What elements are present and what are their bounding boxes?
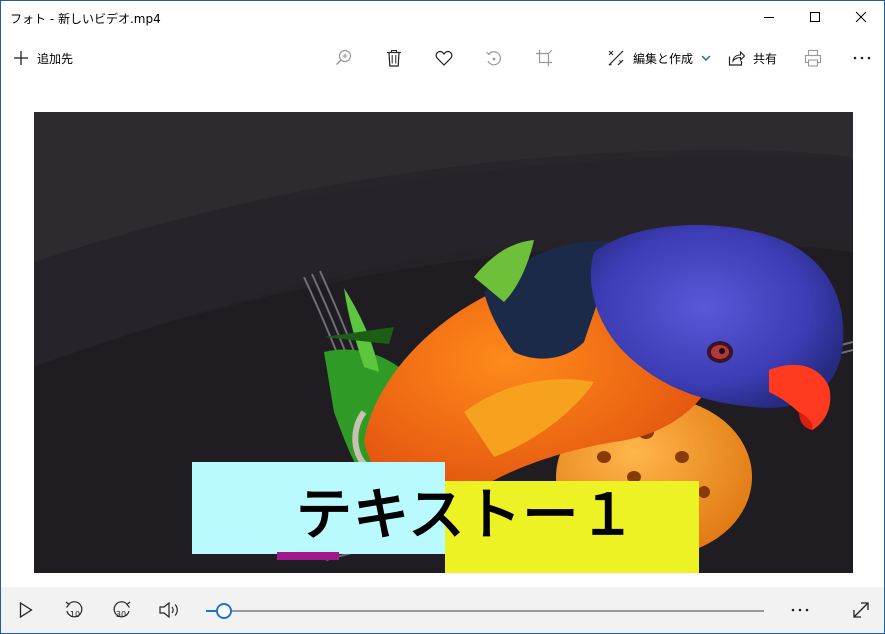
add-to-label: 追加先 — [37, 51, 74, 66]
video-frame[interactable]: テキストー１ — [34, 112, 853, 573]
video-viewer: テキストー１ — [1, 83, 884, 587]
share-button[interactable]: 共有 — [728, 33, 777, 83]
more-icon — [791, 608, 809, 612]
skip-back-10-icon: 10 — [65, 601, 83, 619]
skip-forward-button[interactable]: 30 — [107, 587, 137, 633]
rotate-button[interactable] — [485, 33, 503, 83]
maximize-button[interactable] — [792, 1, 838, 33]
volume-button[interactable] — [155, 587, 185, 633]
close-button[interactable] — [838, 1, 884, 33]
plus-icon — [14, 51, 28, 65]
edit-create-button[interactable]: 編集と作成 — [607, 33, 712, 83]
skip-forward-30-icon: 30 — [113, 601, 131, 619]
playback-controls: 10 30 — [1, 587, 884, 633]
rotate-icon — [486, 51, 501, 66]
delete-button[interactable] — [386, 33, 402, 83]
more-icon — [853, 56, 871, 60]
seek-bar[interactable] — [206, 603, 764, 619]
skip-forward-label: 30 — [116, 610, 126, 619]
zoom-button[interactable] — [335, 33, 353, 83]
more-options-button[interactable] — [853, 33, 871, 83]
skip-back-button[interactable]: 10 — [59, 587, 89, 633]
fullscreen-icon — [853, 602, 869, 618]
zoom-in-icon — [336, 49, 352, 65]
maximize-icon — [810, 12, 820, 22]
toolbar: 追加先 編集と作成 共有 — [1, 33, 884, 83]
crop-button[interactable] — [535, 33, 553, 83]
skip-back-label: 10 — [70, 610, 80, 619]
print-button[interactable] — [804, 33, 822, 83]
add-to-button[interactable]: 追加先 — [13, 33, 73, 83]
chevron-down-icon — [701, 55, 711, 61]
more-playback-button[interactable] — [785, 587, 815, 633]
minimize-icon — [764, 17, 774, 18]
share-label: 共有 — [753, 51, 778, 66]
close-icon — [855, 11, 867, 23]
heart-icon — [435, 50, 453, 66]
edit-create-icon — [608, 50, 624, 66]
print-icon — [804, 49, 822, 67]
edit-create-label: 編集と作成 — [633, 51, 694, 66]
volume-icon — [159, 601, 178, 619]
minimize-button[interactable] — [746, 1, 792, 33]
video-caption-text: テキストー１ — [296, 483, 637, 548]
trash-icon — [387, 49, 401, 67]
crop-icon — [536, 49, 553, 66]
title-bar: フォト - 新しいビデオ.mp4 — [1, 1, 884, 33]
caption-underline — [277, 552, 339, 560]
photos-app-window: フォト - 新しいビデオ.mp4 追加先 編集と作成 共有 テキストー１ 10 … — [0, 0, 885, 634]
seek-thumb[interactable] — [216, 603, 232, 619]
play-button[interactable] — [11, 587, 41, 633]
play-icon — [19, 602, 33, 618]
share-icon — [728, 50, 745, 66]
window-title: フォト - 新しいビデオ.mp4 — [10, 12, 161, 26]
favorite-button[interactable] — [435, 33, 453, 83]
fullscreen-button[interactable] — [846, 587, 876, 633]
